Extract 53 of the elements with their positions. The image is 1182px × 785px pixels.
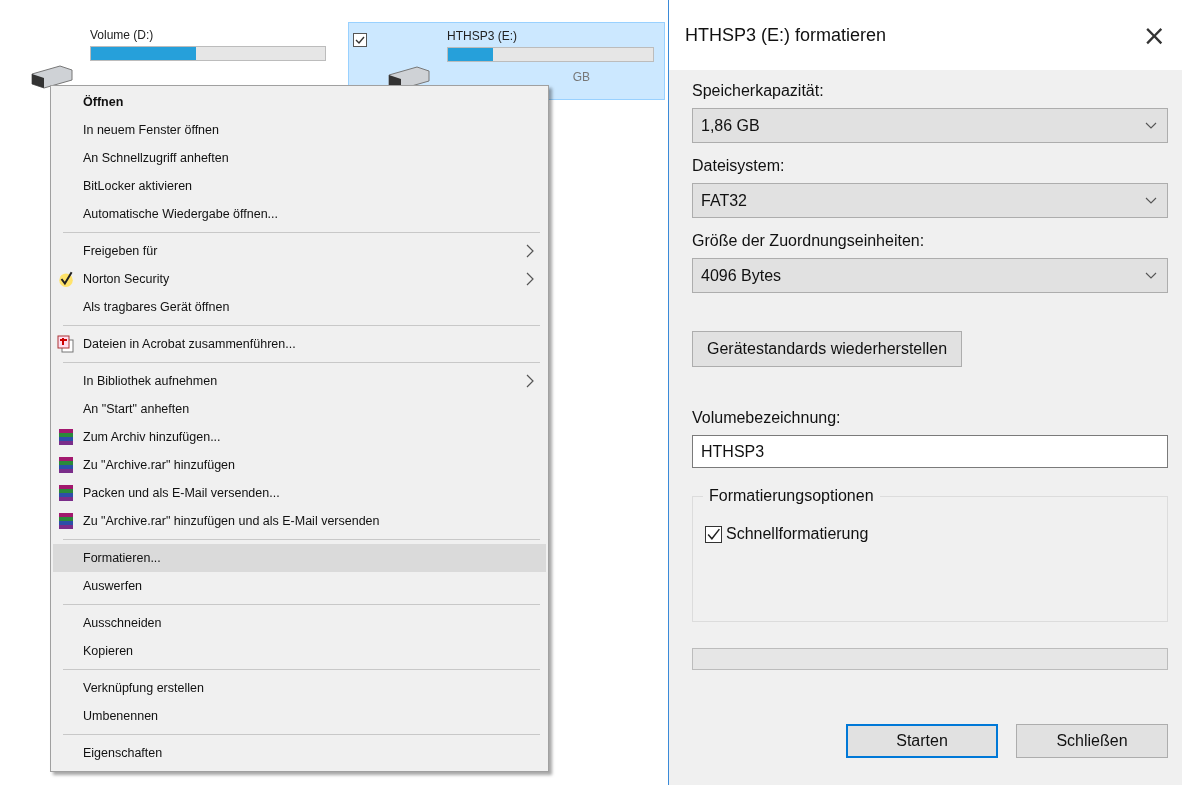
book-stack-icon	[57, 428, 75, 446]
dropdown[interactable]: FAT32	[692, 183, 1168, 218]
menu-item[interactable]: Zu "Archive.rar" hinzufügen	[53, 451, 546, 479]
chevron-down-icon	[1145, 196, 1157, 205]
close-button[interactable]: ×	[1138, 18, 1170, 52]
close-dialog-button[interactable]: Schließen	[1016, 724, 1168, 758]
group-title: Formatierungsoptionen	[703, 487, 880, 505]
dropdown[interactable]: 1,86 GB	[692, 108, 1168, 143]
book-stack-icon	[57, 512, 75, 530]
restore-defaults-button[interactable]: Gerätestandards wiederherstellen	[692, 331, 963, 367]
menu-item[interactable]: Zum Archiv hinzufügen...	[53, 423, 546, 451]
menu-item[interactable]: Automatische Wiedergabe öffnen...	[53, 200, 546, 228]
menu-item[interactable]: In Bibliothek aufnehmen	[53, 367, 546, 395]
menu-item[interactable]: Norton Security	[53, 265, 546, 293]
drive-name: HTHSP3 (E:)	[447, 29, 518, 43]
field-label: Volumebezeichnung:	[692, 409, 842, 427]
chevron-right-icon	[526, 374, 534, 388]
book-stack-icon	[57, 484, 75, 502]
document-stack-icon	[57, 335, 75, 353]
checkbox-icon[interactable]	[353, 33, 367, 47]
dropdown[interactable]: 4096 Bytes	[692, 258, 1168, 293]
volume-label-field[interactable]: HTHSP3	[692, 435, 1168, 468]
checkbox[interactable]	[705, 525, 722, 543]
drive-name: Volume (D:)	[90, 28, 155, 42]
drive-size: GB	[572, 70, 590, 84]
menu-item[interactable]: An Schnellzugriff anheften	[53, 144, 546, 172]
menu-item[interactable]: Umbenennen	[53, 702, 546, 730]
chevron-right-icon	[526, 244, 534, 258]
menu-item[interactable]: Ausschneiden	[53, 609, 546, 637]
window-title: HTHSP3 (E:) formatieren	[685, 24, 887, 46]
menu-item[interactable]: Auswerfen	[53, 572, 546, 600]
field-label: Größe der Zuordnungseinheiten:	[692, 232, 926, 250]
menu-item[interactable]: Packen und als E-Mail versenden...	[53, 479, 546, 507]
menu-item[interactable]: Kopieren	[53, 637, 546, 665]
menu-item[interactable]: Formatieren...	[53, 544, 546, 572]
chevron-right-icon	[526, 272, 534, 286]
checkbox-label: Schnellformatierung	[726, 525, 869, 543]
menu-item[interactable]: Freigeben für	[53, 237, 546, 265]
menu-item[interactable]: Eigenschaften	[53, 739, 546, 767]
menu-item[interactable]: An "Start" anheften	[53, 395, 546, 423]
menu-item[interactable]: Zu "Archive.rar" hinzufügen und als E-Mail versenden	[53, 507, 546, 535]
menu-item[interactable]: BitLocker aktivieren	[53, 172, 546, 200]
chevron-down-icon	[1145, 121, 1157, 130]
start-button[interactable]: Starten	[846, 724, 998, 758]
menu-item[interactable]: In neuem Fenster öffnen	[53, 116, 546, 144]
checkmark-icon	[57, 270, 75, 288]
menu-item[interactable]: Verknüpfung erstellen	[53, 674, 546, 702]
menu-item[interactable]: Als tragbares Gerät öffnen	[53, 293, 546, 321]
chevron-down-icon	[1145, 271, 1157, 280]
field-label: Dateisystem:	[692, 157, 786, 175]
menu-item[interactable]: Dateien in Acrobat zusammenführen...	[53, 330, 546, 358]
field-label: Speicherkapazität:	[692, 82, 825, 100]
book-stack-icon	[57, 456, 75, 474]
